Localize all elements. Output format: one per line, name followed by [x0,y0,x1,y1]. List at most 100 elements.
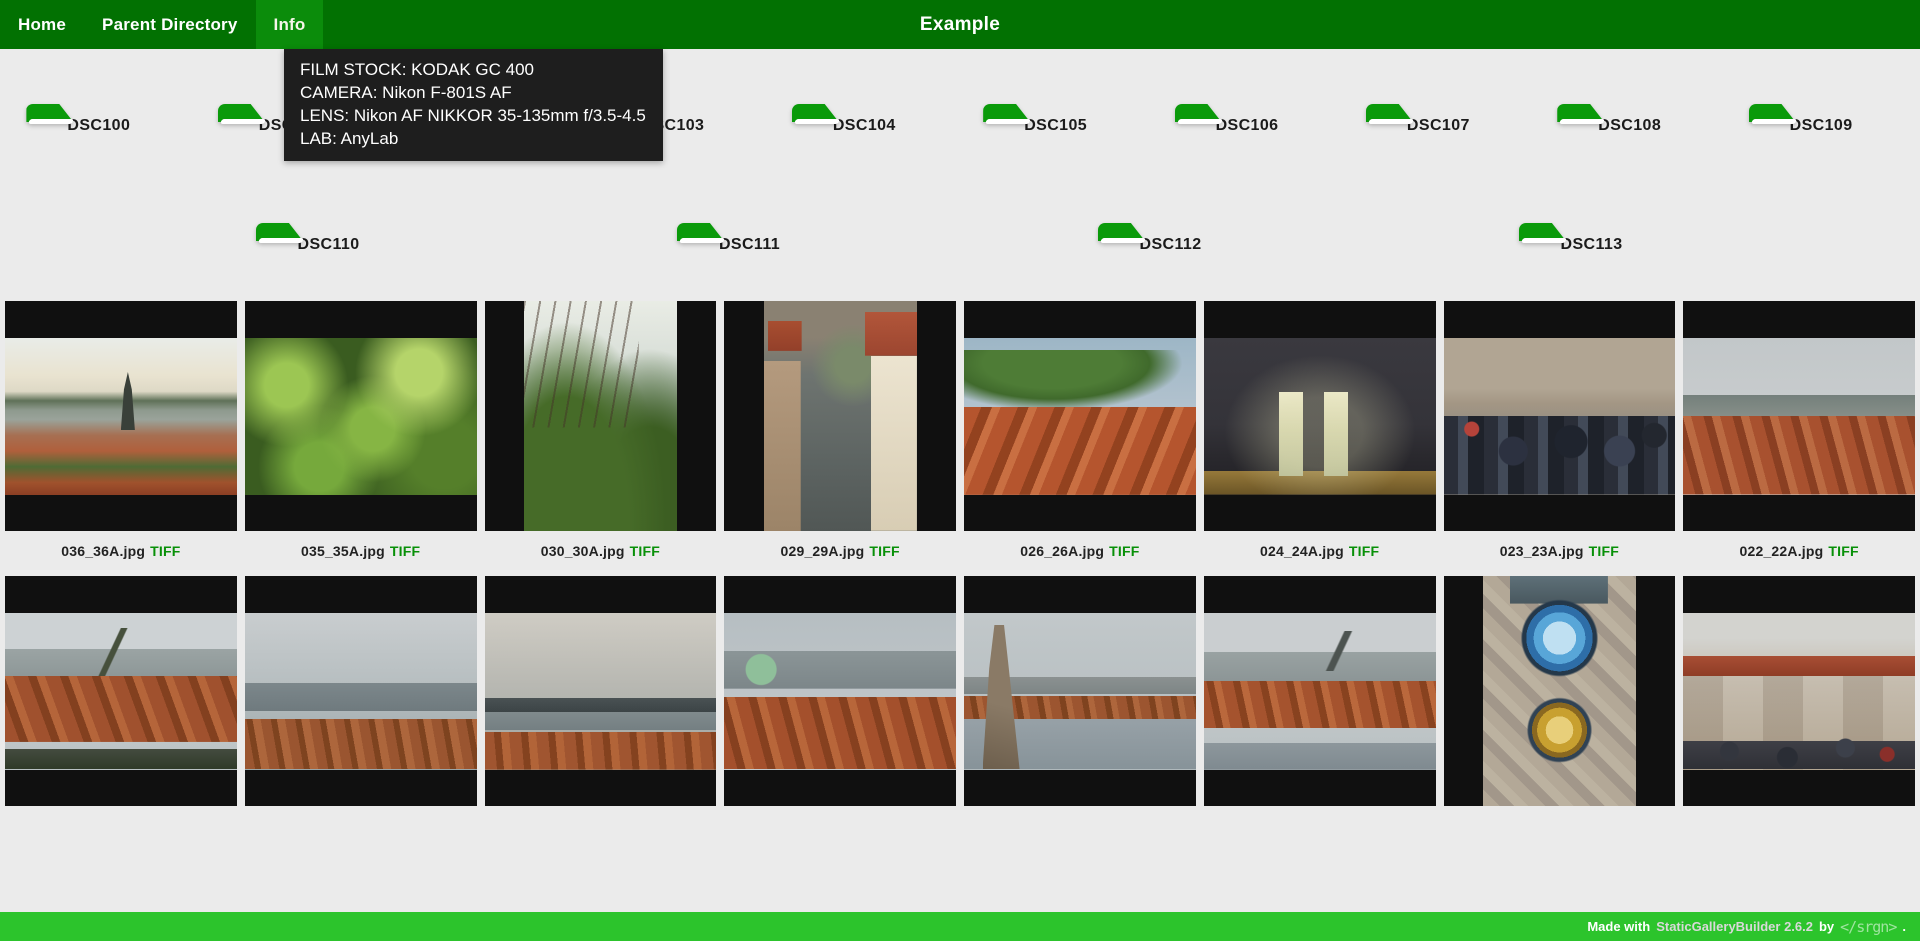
photo-caption: 030_30A.jpg TIFF [485,540,717,562]
photo-thumbnail-link[interactable] [964,301,1196,531]
folder-item[interactable]: DSC106 [1175,104,1320,135]
tooltip-lab: LAB: AnyLab [300,127,646,150]
tooltip-lens: LENS: Nikon AF NIKKOR 35-135mm f/3.5-4.5 [300,104,646,127]
photo-thumbnail-link[interactable] [5,576,237,806]
photo-filename: 023_23A.jpg [1500,543,1584,559]
photo-thumbnail-link[interactable] [1683,576,1915,806]
photo-filename: 036_36A.jpg [61,543,145,559]
photo [1683,338,1915,495]
folder-item[interactable]: DSC105 [983,104,1128,135]
nav-item-parent-directory[interactable]: Parent Directory [84,0,255,49]
photo-thumbnail-link[interactable] [485,576,717,806]
gallery-item: 030_30A.jpg TIFF [485,301,717,576]
folder-item[interactable]: DSC112 [1098,223,1243,254]
folder-item[interactable]: DSC108 [1557,104,1702,135]
gallery-item [245,576,477,806]
photo-caption: 026_26A.jpg TIFF [964,540,1196,562]
tooltip-film-stock: FILM STOCK: KODAK GC 400 [300,58,646,81]
photo [764,301,917,531]
footer-by: by [1819,919,1834,934]
photo-caption: 024_24A.jpg TIFF [1204,540,1436,562]
tiff-link[interactable]: TIFF [869,543,899,559]
folder-item[interactable]: DSC111 [677,223,822,254]
photo [5,613,237,770]
photo-caption: 036_36A.jpg TIFF [5,540,237,562]
gallery-item [485,576,717,806]
photo [245,338,477,495]
folder-item[interactable]: DSC113 [1519,223,1664,254]
photo-caption: 022_22A.jpg TIFF [1683,540,1915,562]
photo-thumbnail-link[interactable] [1444,576,1676,806]
photo-filename: 029_29A.jpg [780,543,864,559]
gallery-item [1204,576,1436,806]
gallery-item: 024_24A.jpg TIFF [1204,301,1436,576]
photo-filename: 035_35A.jpg [301,543,385,559]
tiff-link[interactable]: TIFF [390,543,420,559]
nav-item-home[interactable]: Home [0,0,84,49]
folder-item[interactable]: DSC107 [1366,104,1511,135]
photo [5,338,237,495]
gallery-item [1444,576,1676,806]
photo-thumbnail-link[interactable] [5,301,237,531]
page-title: Example [920,0,1000,49]
photo [724,613,956,770]
photo-caption: 029_29A.jpg TIFF [724,540,956,562]
gallery-item: 022_22A.jpg TIFF [1683,301,1915,576]
photo [1444,338,1676,495]
gallery-item [724,576,956,806]
info-tooltip: FILM STOCK: KODAK GC 400 CAMERA: Nikon F… [284,49,663,161]
tiff-link[interactable]: TIFF [1828,543,1858,559]
photo-grid: 036_36A.jpg TIFF 035_35A.jpg TIFF 030_30A.… [0,301,1920,806]
folder-item[interactable]: DSC110 [256,223,401,254]
photo [524,301,677,531]
photo [1483,576,1636,806]
gallery-item [964,576,1196,806]
photo-filename: 022_22A.jpg [1739,543,1823,559]
gallery-item: 023_23A.jpg TIFF [1444,301,1676,576]
photo-filename: 026_26A.jpg [1020,543,1104,559]
folder-item[interactable]: DSC109 [1749,104,1894,135]
builder-link[interactable]: StaticGalleryBuilder 2.6.2 [1656,919,1813,934]
photo-thumbnail-link[interactable] [964,576,1196,806]
photo-thumbnail-link[interactable] [724,576,956,806]
gallery-item: 036_36A.jpg TIFF [5,301,237,576]
photo-filename: 030_30A.jpg [541,543,625,559]
photo-thumbnail-link[interactable] [1683,301,1915,531]
gallery-item: 026_26A.jpg TIFF [964,301,1196,576]
srgn-logo[interactable]: </srgn> [1840,918,1896,936]
photo-caption: 023_23A.jpg TIFF [1444,540,1676,562]
nav-item-info[interactable]: Info [256,0,324,49]
photo [1204,613,1436,770]
photo-thumbnail-link[interactable] [485,301,717,531]
photo [964,613,1196,770]
photo [1683,613,1915,770]
photo [1204,338,1436,495]
photo-thumbnail-link[interactable] [1204,576,1436,806]
footer-dot: . [1902,919,1906,934]
folder-item[interactable]: DSC100 [26,104,171,135]
photo [245,613,477,770]
photo-thumbnail-link[interactable] [1444,301,1676,531]
tiff-link[interactable]: TIFF [1589,543,1619,559]
tiff-link[interactable]: TIFF [630,543,660,559]
photo [485,613,717,770]
footer-made-with: Made with [1587,919,1650,934]
photo-thumbnail-link[interactable] [245,576,477,806]
photo-thumbnail-link[interactable] [245,301,477,531]
tiff-link[interactable]: TIFF [150,543,180,559]
tiff-link[interactable]: TIFF [1109,543,1139,559]
tooltip-camera: CAMERA: Nikon F-801S AF [300,81,646,104]
gallery-item [1683,576,1915,806]
photo-thumbnail-link[interactable] [1204,301,1436,531]
folder-item[interactable]: DSC104 [792,104,937,135]
gallery-item [5,576,237,806]
tiff-link[interactable]: TIFF [1349,543,1379,559]
footer: Made with StaticGalleryBuilder 2.6.2 by … [0,912,1920,941]
photo-caption: 035_35A.jpg TIFF [245,540,477,562]
gallery-item: 035_35A.jpg TIFF [245,301,477,576]
photo-filename: 024_24A.jpg [1260,543,1344,559]
gallery-item: 029_29A.jpg TIFF [724,301,956,576]
photo-thumbnail-link[interactable] [724,301,956,531]
photo [964,338,1196,495]
navbar: Home Parent Directory Info Example [0,0,1920,49]
